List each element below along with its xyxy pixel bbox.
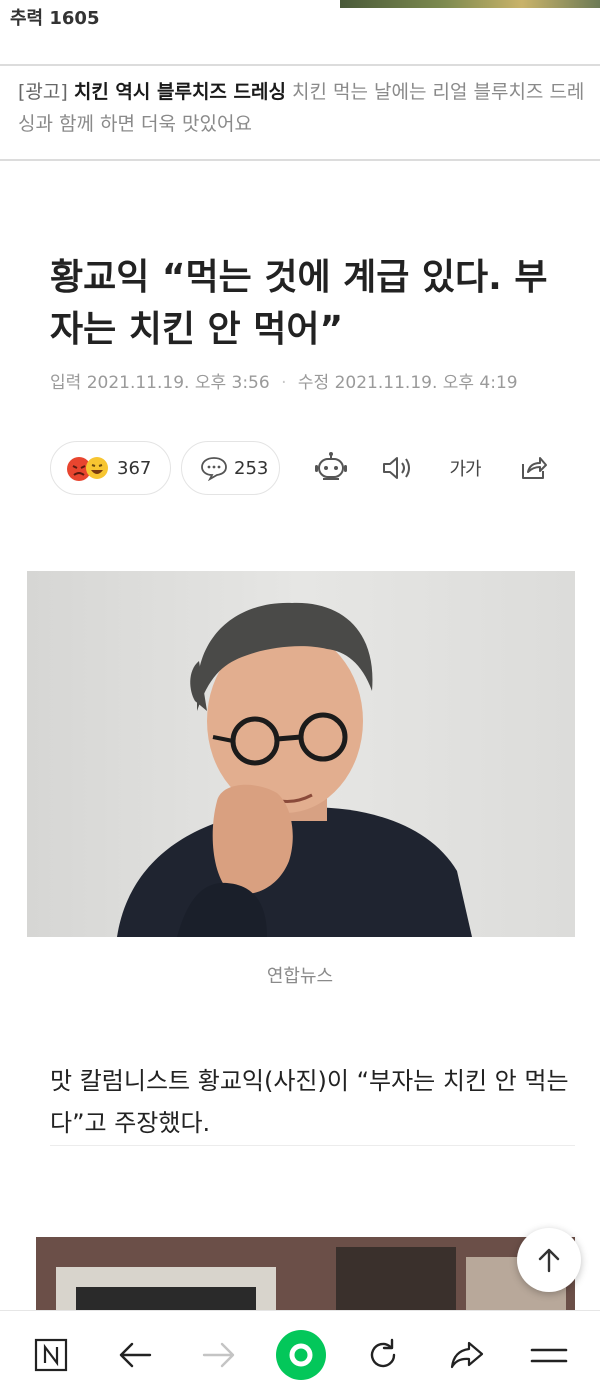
modified-time: 2021.11.19. 오후 4:19 xyxy=(334,373,518,393)
room-illustration xyxy=(36,1237,575,1317)
speech-bubble-icon xyxy=(201,457,227,481)
n-home-icon xyxy=(34,1338,68,1372)
divider xyxy=(0,159,600,161)
green-dot-button[interactable] xyxy=(276,1330,326,1380)
text-to-speech-button[interactable] xyxy=(376,447,418,489)
ad-title: 치킨 역시 블루치즈 드레싱 xyxy=(73,81,286,103)
portrait-illustration xyxy=(117,602,472,937)
photo-caption: 연합뉴스 xyxy=(266,966,334,987)
scroll-to-top-button[interactable] xyxy=(517,1228,581,1292)
comment-count: 253 xyxy=(234,457,269,479)
angry-laugh-emoji-icon xyxy=(67,457,108,481)
ad-banner[interactable]: [광고] 치킨 역시 블루치즈 드레싱 치킨 먹는 날에는 리얼 블루치즈 드레… xyxy=(18,76,588,140)
arrow-right-icon xyxy=(202,1342,235,1368)
arrow-up-icon xyxy=(538,1248,560,1273)
date-separator: · xyxy=(281,373,287,393)
reactions-button[interactable]: 367 xyxy=(50,441,171,495)
refresh-button[interactable] xyxy=(360,1332,406,1378)
summary-bot-button[interactable] xyxy=(310,447,352,489)
article-photo[interactable] xyxy=(27,571,575,937)
article-headline: 황교익 “먹는 것에 계급 있다. 부자는 치킨 안 먹어” xyxy=(50,257,548,350)
share-arrow-icon xyxy=(450,1341,484,1369)
previous-item-meta: 추력 1605 xyxy=(10,8,100,29)
article-body: 맛 칼럼니스트 황교익(사진)이 “부자는 치킨 안 먹는다”고 주장했다. xyxy=(50,1067,569,1137)
divider xyxy=(0,64,600,66)
menu-icon xyxy=(530,1348,568,1363)
published-label: 입력 xyxy=(50,373,82,393)
comments-button[interactable]: 253 xyxy=(181,441,280,495)
share-button[interactable] xyxy=(512,447,554,489)
back-button[interactable] xyxy=(112,1332,158,1378)
font-size-button[interactable]: 가가 xyxy=(442,447,488,489)
robot-summary-icon xyxy=(315,452,347,480)
speaker-icon xyxy=(383,457,410,479)
share-icon xyxy=(522,457,547,479)
previous-item-thumbnail[interactable] xyxy=(340,0,600,8)
arrow-left-icon xyxy=(119,1342,152,1368)
home-button[interactable] xyxy=(28,1332,74,1378)
top-strip: 추력 1605 xyxy=(0,0,600,36)
divider xyxy=(50,1145,575,1146)
green-circle-icon xyxy=(276,1330,326,1380)
font-size-label: 가가 xyxy=(449,459,481,480)
published-time: 2021.11.19. 오후 3:56 xyxy=(86,373,270,393)
ad-tag: [광고] xyxy=(18,81,68,103)
reaction-count: 367 xyxy=(117,457,152,479)
menu-button[interactable] xyxy=(526,1332,572,1378)
forward-button[interactable] xyxy=(196,1332,242,1378)
article-dates: 입력 2021.11.19. 오후 3:56 · 수정 2021.11.19. … xyxy=(50,368,518,393)
modified-label: 수정 xyxy=(297,373,330,393)
second-article-photo[interactable] xyxy=(36,1237,575,1317)
refresh-icon xyxy=(370,1338,396,1368)
share-page-button[interactable] xyxy=(444,1332,490,1378)
